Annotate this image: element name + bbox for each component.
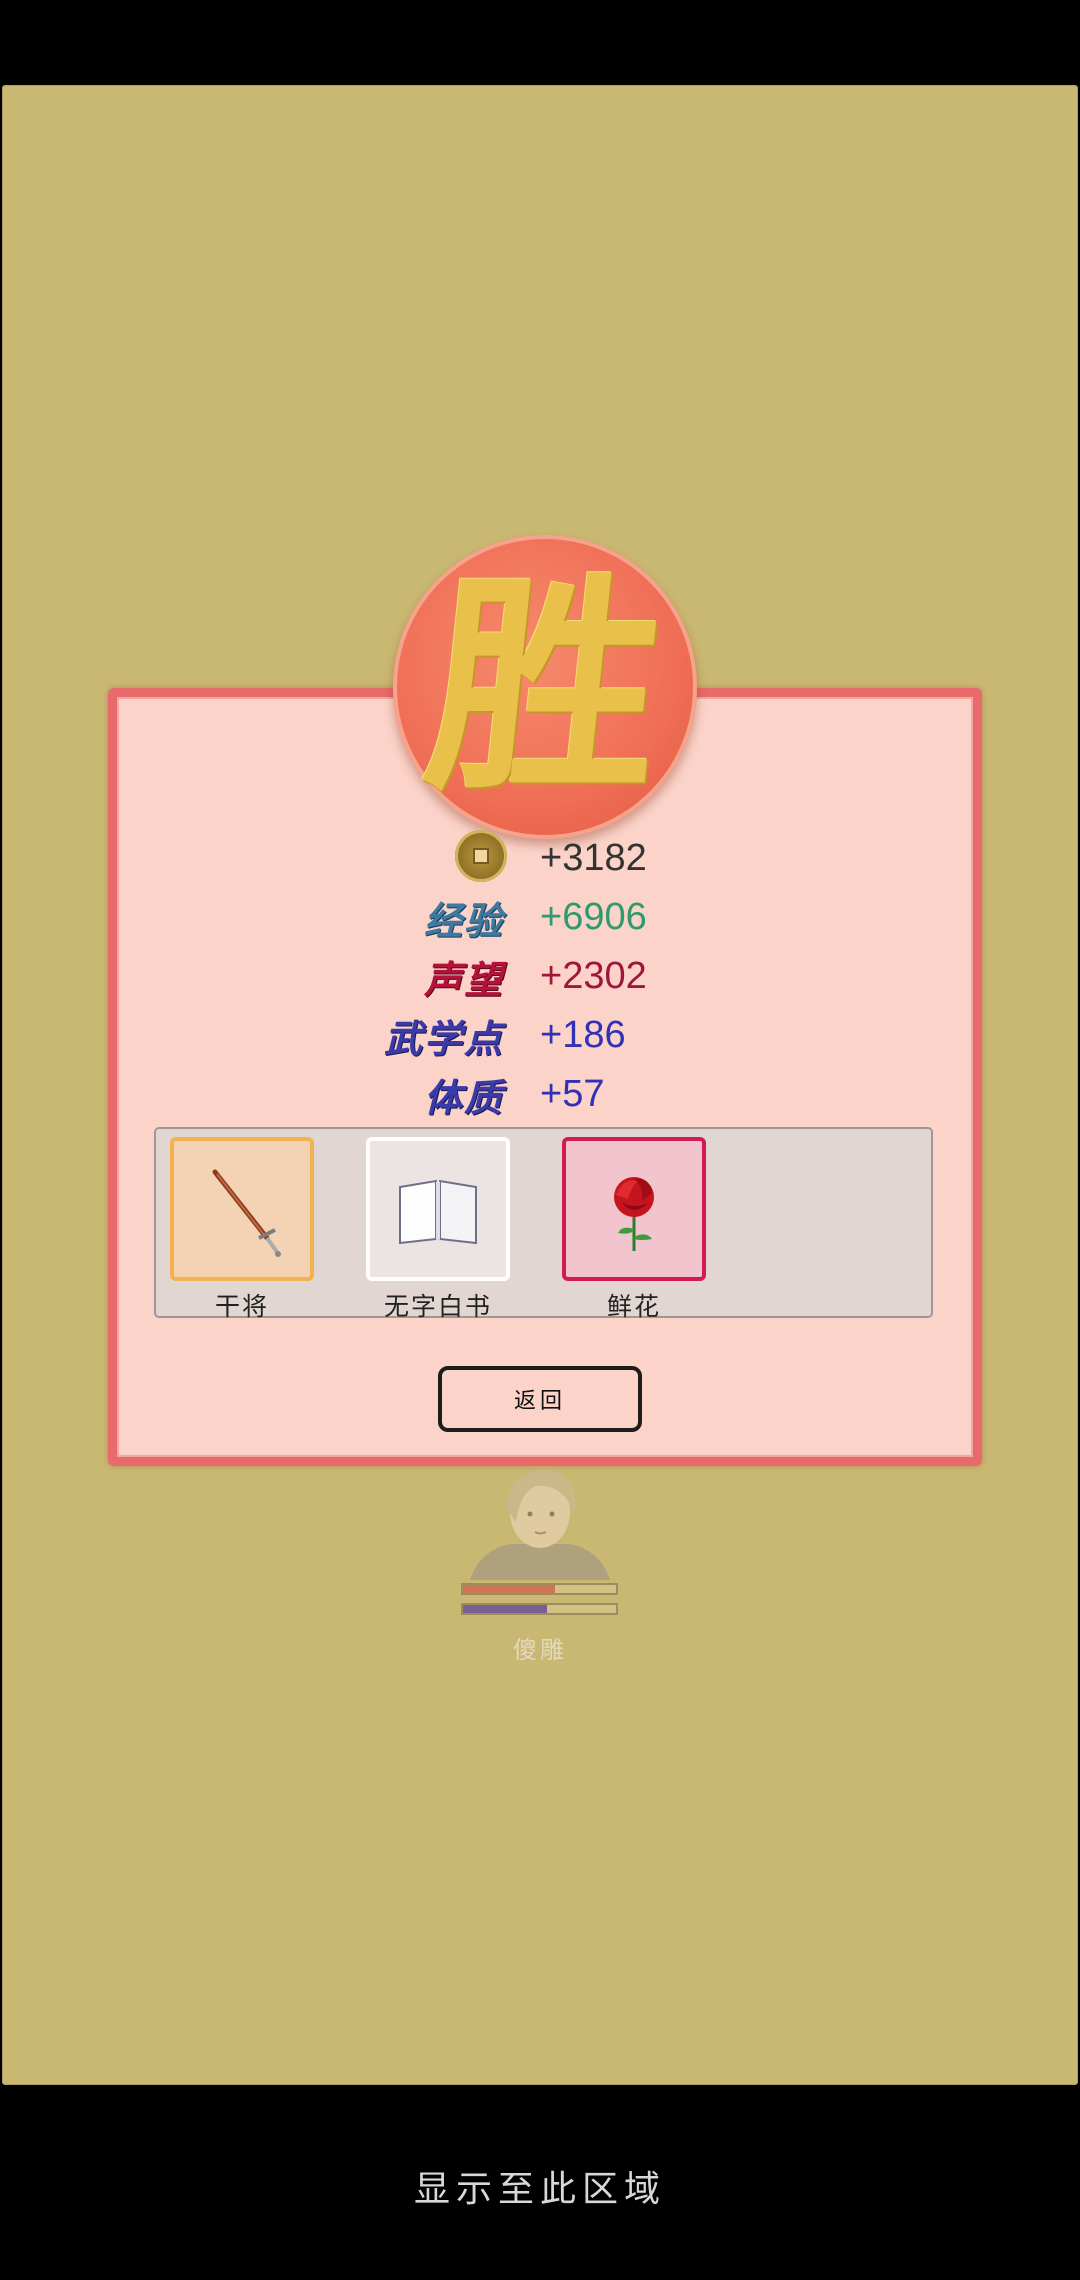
sword-icon [212,1169,281,1257]
item-blank-book[interactable]: 无字白书 [366,1137,510,1323]
reward-row-experience: 经验 +6906 [108,889,982,945]
character-avatar-icon [470,1469,610,1580]
hp-bar [461,1583,618,1595]
reward-row-constitution: 体质 +57 [108,1066,982,1122]
reward-row-reputation: 声望 +2302 [108,948,982,1004]
book-icon [399,1179,477,1245]
reward-coins-value: +3182 [540,836,647,879]
coin-icon [455,830,507,882]
reward-experience-value: +6906 [540,895,647,938]
item-frame [562,1137,706,1281]
reward-reputation-label: 声望 [423,956,504,1002]
item-name: 无字白书 [383,1292,492,1321]
reward-martial-points-value: +186 [540,1013,626,1056]
reward-constitution-value: +57 [540,1072,605,1115]
hp-bar-fill [463,1585,555,1593]
reward-row-martial-points: 武学点 +186 [108,1007,982,1063]
screen: 胜 +3182 经验 +6906 声望 +2302 武学点 +186 体质 +5… [0,0,1080,2280]
reward-martial-points-label: 武学点 [383,1015,504,1061]
victory-glyph: 胜 [415,552,675,822]
item-frame [170,1137,314,1281]
reward-reputation-value: +2302 [540,954,647,997]
item-frame [366,1137,510,1281]
footer-hint: 显示至此区域 [413,2169,666,2210]
item-name: 干将 [214,1292,269,1321]
rose-icon [614,1177,654,1251]
item-flower[interactable]: 鲜花 [562,1137,706,1323]
back-button[interactable]: 返回 [438,1366,642,1432]
mp-bar-fill [463,1605,548,1613]
character-name: 傻雕 [513,1636,567,1664]
item-rewards-box: 干将 无字白书 鲜花 [154,1127,933,1321]
item-ganjiang[interactable]: 干将 [170,1137,314,1323]
reward-row-coins: +3182 [108,830,982,886]
reward-constitution-label: 体质 [423,1074,504,1120]
victory-seal: 胜 [393,535,697,839]
item-name: 鲜花 [606,1292,661,1321]
mp-bar [461,1603,618,1615]
reward-experience-label: 经验 [423,897,504,943]
